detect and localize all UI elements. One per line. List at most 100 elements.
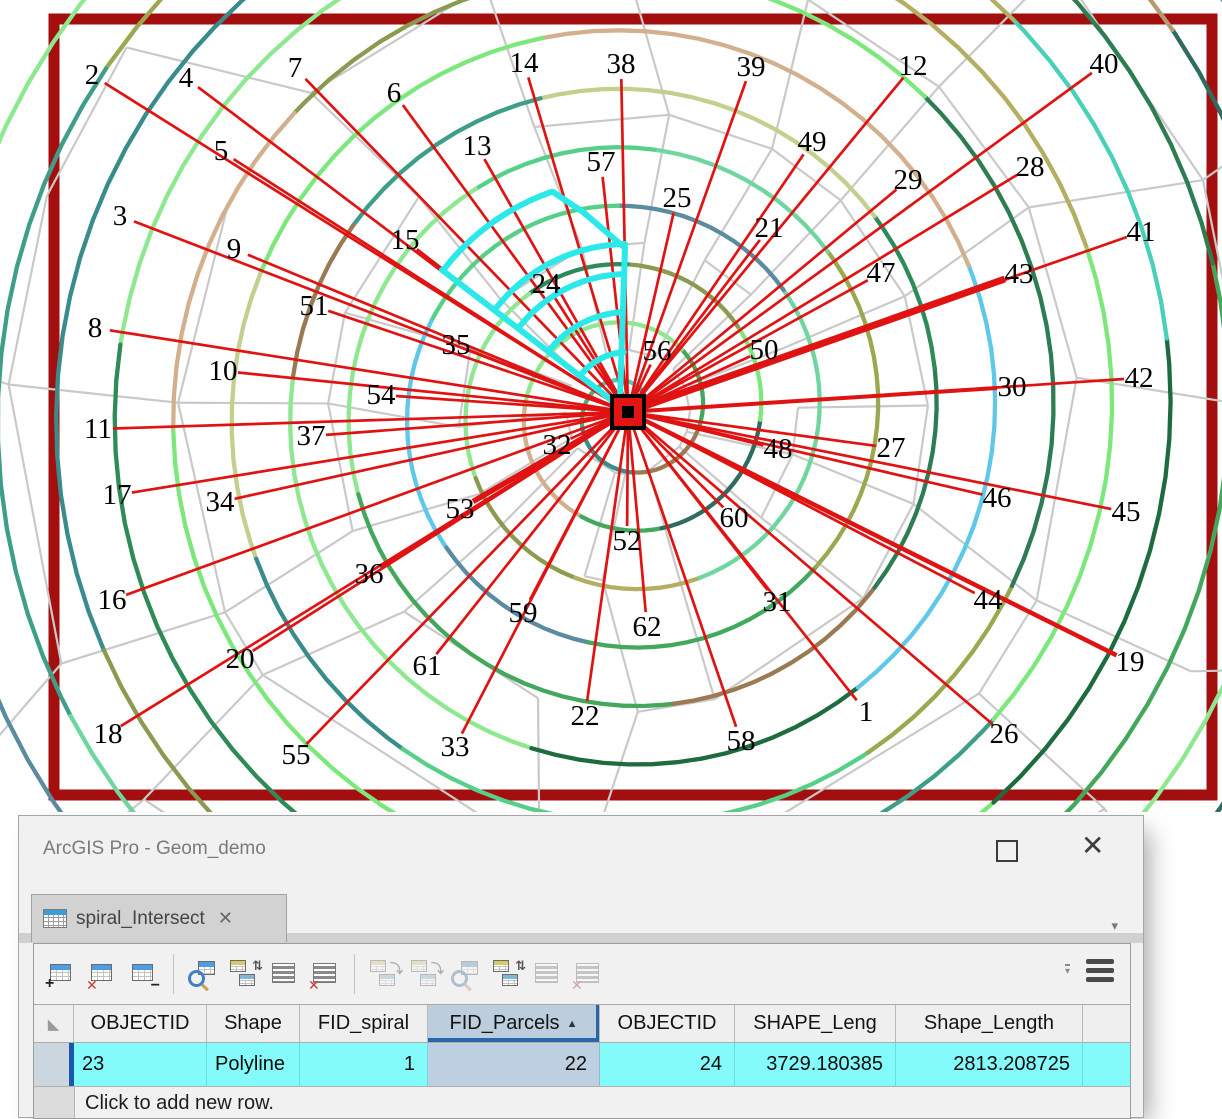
toolbar-separator (354, 954, 355, 994)
close-icon[interactable]: ✕ (1081, 829, 1104, 862)
toolbar-overflow-icon[interactable]: ▾ (1065, 964, 1070, 978)
maximize-icon[interactable] (996, 840, 1018, 862)
feature-label-53: 53 (446, 493, 475, 525)
select-highlighted-icon[interactable] (532, 957, 563, 991)
feature-label-49: 49 (798, 126, 827, 158)
map-view[interactable]: 1234567891011121314151617181920212224252… (0, 0, 1222, 812)
feature-label-9: 9 (227, 233, 242, 265)
corner-triangle-icon: ◣ (48, 1015, 60, 1033)
feature-label-31: 31 (763, 586, 792, 618)
copy-selected-icon[interactable]: ⤵ (409, 957, 440, 991)
cell-fid-parcels[interactable]: 22 (428, 1043, 600, 1086)
feature-label-25: 25 (663, 182, 692, 214)
feature-label-60: 60 (720, 502, 749, 534)
clear-selection-icon[interactable]: ✕ (310, 957, 341, 991)
row-selector[interactable] (34, 1043, 74, 1086)
column-header-fid-parcels[interactable]: FID_Parcels ▲ (428, 1005, 600, 1042)
feature-label-17: 17 (103, 479, 132, 511)
zoom-to-highlight-icon[interactable] (450, 957, 481, 991)
sort-ascending-icon: ▲ (567, 1018, 578, 1030)
table-row[interactable]: 23 Polyline 1 22 24 3729.180385 2813.208… (34, 1043, 1130, 1087)
table-icon (43, 909, 67, 928)
feature-label-4: 4 (179, 62, 194, 94)
feature-label-42: 42 (1125, 362, 1154, 394)
tab-spiral-intersect[interactable]: spiral_Intersect ✕ (31, 894, 287, 942)
feature-label-13: 13 (463, 130, 492, 162)
new-row[interactable]: Click to add new row. (34, 1087, 1130, 1119)
cell-shape-length[interactable]: 2813.208725 (896, 1043, 1083, 1086)
feature-label-41: 41 (1127, 216, 1156, 248)
select-all-icon[interactable] (269, 957, 300, 991)
column-header-label: FID_Parcels (450, 1012, 560, 1035)
copy-rows-icon[interactable]: ⤵ (368, 957, 399, 991)
feature-label-51: 51 (300, 290, 329, 322)
feature-label-61: 61 (413, 650, 442, 682)
feature-label-8: 8 (88, 312, 103, 344)
table-fields-icon[interactable]: − (129, 957, 160, 991)
feature-label-40: 40 (1090, 48, 1119, 80)
switch-highlight-icon[interactable]: ⇅ (491, 957, 522, 991)
table-delete-row-icon[interactable]: ✕ (88, 957, 119, 991)
feature-label-1: 1 (859, 696, 874, 728)
feature-label-55: 55 (282, 739, 311, 771)
feature-label-29: 29 (894, 164, 923, 196)
tab-list-dropdown-icon[interactable]: ▾ (1111, 918, 1118, 934)
window-title: ArcGIS Pro - Geom_demo (43, 838, 266, 860)
table-toolbar: +✕−⇅✕⤵⤵⇅✕ ▾ (34, 944, 1130, 1004)
feature-label-39: 39 (737, 51, 766, 83)
feature-label-47: 47 (867, 257, 896, 289)
column-header-objectid-2[interactable]: OBJECTID (600, 1005, 735, 1042)
feature-label-37: 37 (297, 420, 326, 452)
feature-label-34: 34 (206, 486, 236, 518)
switch-selection-icon[interactable]: ⇅ (228, 957, 259, 991)
new-row-selector (34, 1087, 75, 1119)
feature-label-33: 33 (441, 731, 470, 763)
feature-label-58: 58 (727, 725, 756, 757)
feature-label-38: 38 (607, 48, 636, 80)
feature-label-16: 16 (98, 584, 127, 616)
parcel-boundary (178, 403, 328, 404)
feature-label-50: 50 (750, 334, 779, 366)
select-all-corner[interactable]: ◣ (34, 1005, 74, 1042)
feature-label-18: 18 (94, 718, 123, 750)
center-marker-dot (622, 406, 634, 418)
column-header-objectid[interactable]: OBJECTID (74, 1005, 207, 1042)
titlebar[interactable]: ArcGIS Pro - Geom_demo ✕ (19, 816, 1143, 894)
feature-label-2: 2 (85, 59, 100, 91)
tab-label: spiral_Intersect (76, 908, 205, 930)
feature-label-6: 6 (387, 77, 402, 109)
feature-label-48: 48 (764, 433, 793, 465)
column-header-shape-length[interactable]: Shape_Length (896, 1005, 1083, 1042)
tab-close-icon[interactable]: ✕ (218, 908, 233, 929)
column-header-shape-leng[interactable]: SHAPE_Leng (735, 1005, 896, 1042)
feature-label-43: 43 (1005, 258, 1034, 290)
feature-label-12: 12 (899, 50, 928, 82)
feature-label-35: 35 (442, 329, 471, 361)
new-row-hint[interactable]: Click to add new row. (75, 1087, 274, 1119)
cell-objectid[interactable]: 23 (74, 1043, 207, 1086)
feature-label-62: 62 (633, 611, 662, 643)
feature-label-20: 20 (226, 643, 255, 675)
feature-label-32: 32 (543, 429, 572, 461)
feature-label-28: 28 (1016, 151, 1045, 183)
table-header-row: ◣ OBJECTID Shape FID_spiral FID_Parcels … (34, 1004, 1130, 1043)
cell-shape[interactable]: Polyline (207, 1043, 300, 1086)
clear-highlight-icon[interactable]: ✕ (573, 957, 604, 991)
column-header-fid-spiral[interactable]: FID_spiral (300, 1005, 428, 1042)
feature-label-7: 7 (288, 52, 303, 84)
feature-label-57: 57 (587, 146, 616, 178)
feature-label-46: 46 (983, 482, 1012, 514)
table-panel: +✕−⇅✕⤵⤵⇅✕ ▾ ◣ OBJECTID Shape FID_spiral … (33, 943, 1131, 1119)
cell-shape-leng[interactable]: 3729.180385 (735, 1043, 896, 1086)
cell-objectid-2[interactable]: 24 (600, 1043, 735, 1086)
column-header-shape[interactable]: Shape (207, 1005, 300, 1042)
menu-icon[interactable] (1086, 959, 1114, 985)
feature-label-22: 22 (571, 700, 600, 732)
feature-label-54: 54 (367, 379, 397, 411)
feature-label-19: 19 (1116, 646, 1145, 678)
feature-label-21: 21 (755, 212, 784, 244)
toolbar-separator (173, 954, 174, 994)
cell-fid-spiral[interactable]: 1 (300, 1043, 428, 1086)
table-new-row-icon[interactable]: + (47, 957, 78, 991)
zoom-to-selection-icon[interactable] (187, 957, 218, 991)
